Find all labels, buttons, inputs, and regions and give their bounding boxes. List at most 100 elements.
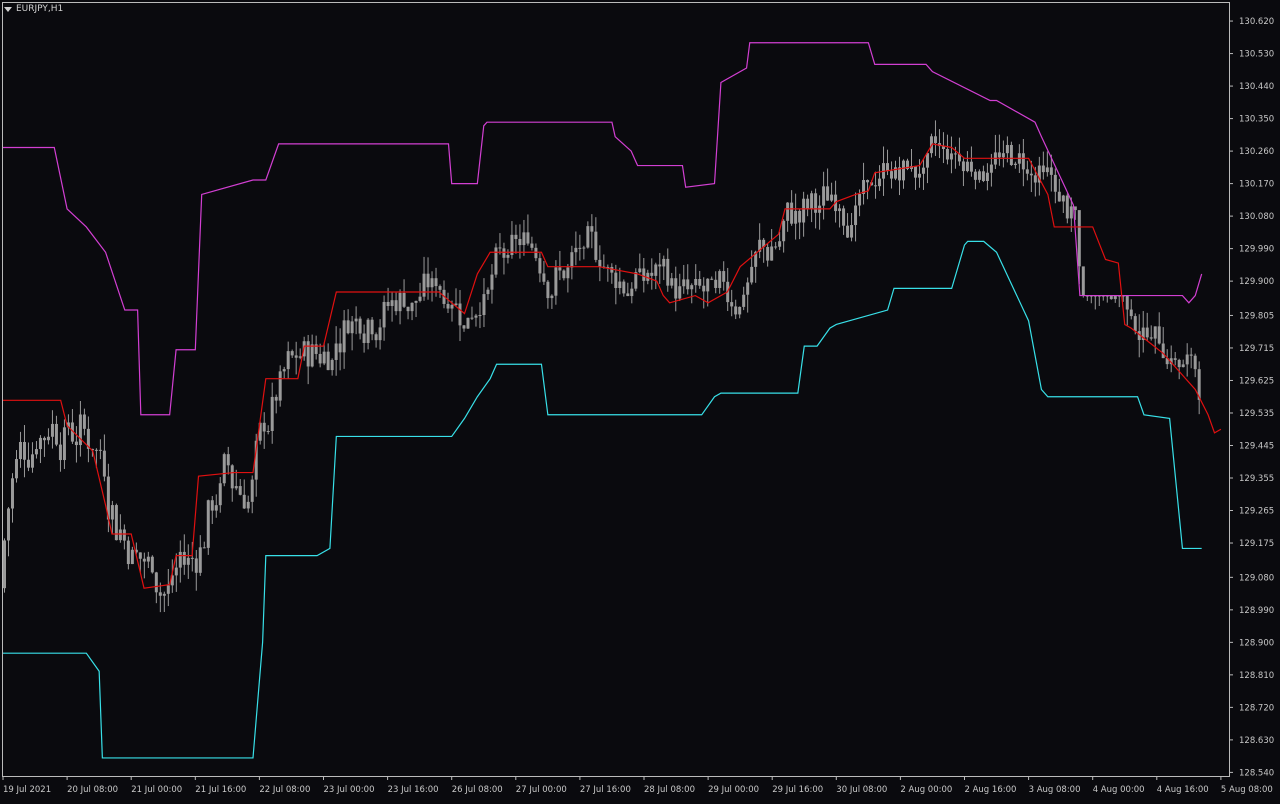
symbol-label: EURJPY,H1 bbox=[16, 4, 64, 14]
candle-body bbox=[842, 208, 846, 226]
candle-body bbox=[34, 449, 38, 455]
candle-body bbox=[330, 359, 334, 371]
candle-body bbox=[366, 319, 370, 343]
candle-body bbox=[586, 226, 590, 248]
candle-body bbox=[318, 353, 322, 364]
chart-canvas[interactable]: 130.620 130.530 130.440 130.350 130.260 130.1… bbox=[0, 0, 1280, 800]
x-tick-label: 27 Jul 16:00 bbox=[580, 785, 631, 795]
candle-body bbox=[770, 246, 774, 261]
candle-body bbox=[1005, 144, 1009, 154]
candle-body bbox=[486, 289, 490, 295]
candle-body bbox=[154, 572, 158, 593]
candle-body bbox=[478, 315, 482, 317]
candle-body bbox=[238, 486, 242, 495]
candle-body bbox=[126, 540, 130, 565]
candle-body bbox=[190, 557, 194, 559]
candle-body bbox=[890, 171, 894, 179]
candle-body bbox=[846, 225, 850, 238]
y-tick-label: 128.810 bbox=[1239, 671, 1274, 681]
candle-body bbox=[294, 355, 298, 358]
x-tick-label: 26 Jul 08:00 bbox=[452, 785, 503, 795]
candle-body bbox=[866, 180, 870, 183]
y-tick-label: 129.535 bbox=[1239, 409, 1274, 419]
candle-body bbox=[214, 505, 218, 511]
candle-body bbox=[953, 153, 957, 155]
candle-body bbox=[1001, 153, 1005, 158]
candle-body bbox=[286, 351, 290, 370]
candle-body bbox=[1161, 343, 1165, 359]
x-tick-label: 28 Jul 08:00 bbox=[644, 785, 695, 795]
candle-body bbox=[94, 449, 98, 451]
candle-body bbox=[590, 226, 594, 232]
candle-body bbox=[3, 540, 6, 589]
candle-body bbox=[538, 258, 542, 274]
candle-body bbox=[1153, 326, 1157, 339]
candle-body bbox=[822, 186, 826, 206]
candle-body bbox=[194, 558, 198, 573]
candle-body bbox=[466, 317, 470, 329]
candle-body bbox=[718, 271, 722, 288]
candle-body bbox=[642, 268, 646, 281]
candle-body bbox=[786, 202, 790, 221]
candle-body bbox=[694, 278, 698, 286]
x-tick-label: 4 Aug 00:00 bbox=[1093, 785, 1145, 795]
candle-body bbox=[418, 296, 422, 301]
candle-body bbox=[985, 172, 989, 181]
symbol-title[interactable]: EURJPY,H1 bbox=[4, 4, 63, 14]
candle-body bbox=[798, 210, 802, 223]
candle-body bbox=[1013, 163, 1017, 166]
candle-body bbox=[274, 396, 278, 401]
candle-body bbox=[246, 501, 250, 509]
candle-body bbox=[402, 292, 406, 307]
candle-body bbox=[130, 549, 134, 565]
candle-body bbox=[358, 318, 362, 334]
y-tick-label: 129.080 bbox=[1239, 573, 1274, 583]
candle-body bbox=[182, 551, 186, 565]
candle-body bbox=[386, 301, 390, 307]
candle-body bbox=[142, 558, 146, 562]
price-chart[interactable]: 130.620 130.530 130.440 130.350 130.260 130.1… bbox=[0, 0, 1280, 800]
candle-body bbox=[598, 259, 602, 267]
x-tick-label: 22 Jul 08:00 bbox=[259, 785, 310, 795]
chevron-down-icon[interactable] bbox=[4, 6, 12, 12]
candle-body bbox=[690, 285, 694, 290]
x-tick-label: 19 Jul 2021 bbox=[3, 785, 51, 795]
candle-body bbox=[354, 318, 358, 322]
candle-body bbox=[1125, 295, 1129, 310]
y-tick-label: 128.540 bbox=[1239, 768, 1274, 778]
candle-body bbox=[202, 547, 206, 549]
candle-body bbox=[698, 278, 702, 286]
candle-body bbox=[678, 286, 682, 299]
candle-body bbox=[542, 273, 546, 282]
candle-body bbox=[1181, 364, 1185, 368]
candle-body bbox=[350, 321, 354, 334]
candle-body bbox=[374, 334, 378, 341]
candle-body bbox=[54, 423, 58, 445]
candle-body bbox=[961, 161, 965, 172]
candle-body bbox=[618, 281, 622, 289]
candle-body bbox=[546, 281, 550, 299]
candle-body bbox=[886, 163, 890, 172]
candle-body bbox=[110, 505, 114, 520]
candle-body bbox=[186, 557, 190, 565]
candle-body bbox=[74, 441, 78, 446]
candle-body bbox=[714, 279, 718, 288]
y-tick-label: 129.805 bbox=[1239, 311, 1274, 321]
candle-body bbox=[426, 273, 430, 288]
candle-body bbox=[346, 320, 350, 334]
candle-body bbox=[306, 341, 310, 367]
candle-body bbox=[422, 273, 426, 297]
candle-body bbox=[398, 292, 402, 312]
y-tick-label: 130.440 bbox=[1239, 82, 1274, 92]
candle-body bbox=[806, 198, 810, 209]
candle-body bbox=[969, 161, 973, 172]
candle-body bbox=[766, 247, 770, 261]
x-tick-label: 23 Jul 00:00 bbox=[324, 785, 375, 795]
y-tick-label: 129.625 bbox=[1239, 376, 1274, 386]
candle-body bbox=[1065, 195, 1069, 219]
candle-body bbox=[1145, 327, 1149, 338]
candle-body bbox=[750, 266, 754, 283]
candle-body bbox=[810, 193, 814, 209]
candle-body bbox=[670, 278, 674, 286]
candle-body bbox=[378, 327, 382, 341]
